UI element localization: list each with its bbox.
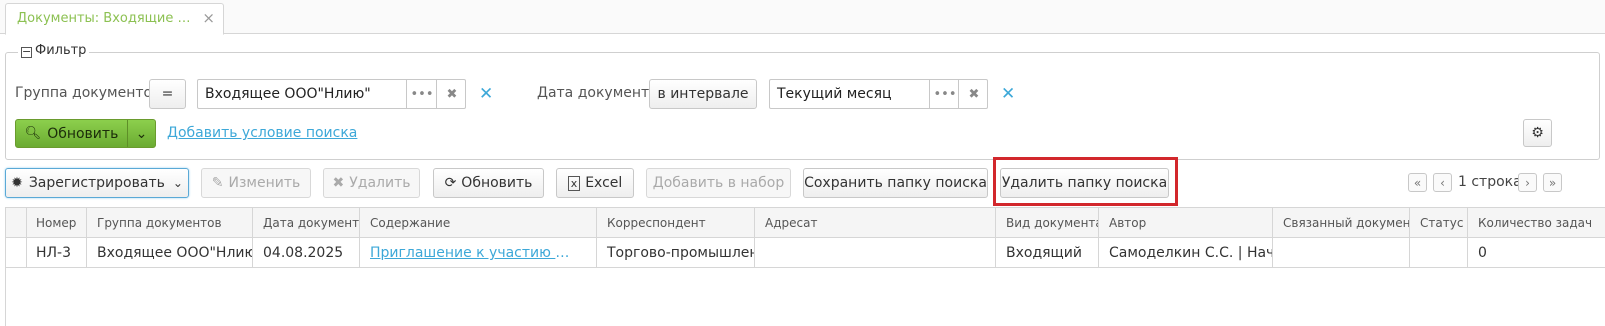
documents-table: Номер Группа документов Дата документа▲ … [5,207,1605,326]
save-search-folder-button[interactable]: Сохранить папку поиска [803,168,988,198]
column-header[interactable]: Связанный документ [1273,208,1410,238]
table-cell: Входящий [996,238,1099,268]
add-condition-link[interactable]: Добавить условие поиска [167,125,357,141]
tab-bar: Документы: Входящие в тек... × [0,0,1605,35]
register-label: Зарегистрировать [28,175,165,191]
search-icon: 🔍︎ [24,126,42,141]
date-field[interactable]: Текущий месяц ••• ✖ [769,79,988,109]
register-icon: ✹ [11,175,23,191]
group-field[interactable]: Входящее ООО"Нлию" ••• ✖ [197,79,466,109]
chevron-down-icon: ⌄ [172,176,183,190]
table-cell: 04.08.2025 [253,238,360,268]
first-page-icon[interactable]: « [1408,173,1427,192]
filter-title: Фильтр [35,43,87,58]
column-header[interactable]: Адресат [755,208,996,238]
pencil-icon: ✎ [211,175,224,191]
table-cell: Приглашение к участию в региональном фор… [360,238,597,268]
column-header[interactable]: Номер [26,208,87,238]
excel-button[interactable]: x Excel [556,168,634,198]
column-header[interactable]: Группа документов [87,208,253,238]
refresh-label: Обновить [461,175,533,191]
column-header-sorted[interactable]: Дата документа▲ [253,208,360,238]
content-link[interactable]: Приглашение к участию в региональном фор… [370,245,572,261]
next-page-icon[interactable]: › [1518,173,1537,192]
more-icon[interactable]: ••• [929,80,960,108]
excel-icon: x [567,175,581,191]
clear-icon[interactable]: ✖ [958,80,989,108]
collapse-icon[interactable]: − [21,46,32,58]
tab-documents-incoming[interactable]: Документы: Входящие в тек... × [5,3,224,35]
clear-icon[interactable]: ✖ [436,80,467,108]
delete-label: Удалить [349,175,411,191]
filter-refresh-label: Обновить [47,125,119,142]
excel-label: Excel [585,175,623,191]
date-value: Текущий месяц [777,86,892,102]
delete-icon: ✖ [332,175,345,191]
column-header[interactable]: Вид документа [996,208,1099,238]
filter-refresh-button[interactable]: 🔍︎ Обновить ⌄ [15,119,156,148]
table-cell [1273,238,1410,268]
group-operator-button[interactable]: = [149,79,186,109]
add-to-set-button[interactable]: Добавить в набор [646,168,791,198]
refresh-icon: ⟳ [444,175,457,191]
column-header[interactable]: Количество задач [1468,208,1605,238]
column-header[interactable]: Корреспондент [597,208,755,238]
remove-condition-icon[interactable]: ✕ [1001,84,1015,104]
table-row[interactable]: НЛ-3 Входящее ООО"Нлию" 04.08.2025 Пригл… [6,238,1605,268]
last-page-icon[interactable]: » [1543,173,1562,192]
row-selector[interactable] [6,238,27,268]
column-header[interactable]: Содержание [360,208,597,238]
table-cell [755,238,996,268]
table-cell: Торгово-промышленная палата [597,238,755,268]
filter-refresh-main[interactable]: 🔍︎ Обновить [16,120,127,147]
column-header[interactable]: Статус [1410,208,1468,238]
highlight-box [993,157,1178,206]
date-operator-button[interactable]: в интервале [649,79,757,109]
tab-label: Документы: Входящие в тек... [17,11,195,26]
group-label: Группа документов [15,85,161,101]
column-header-label: Дата документа [263,216,360,230]
table-cell: НЛ-3 [26,238,87,268]
register-button[interactable]: ✹ Зарегистрировать ⌄ [5,168,189,198]
settings-button[interactable]: ⚙ [1523,119,1552,147]
more-icon[interactable]: ••• [406,80,437,108]
header-selector [6,208,27,238]
table-header: Номер Группа документов Дата документа▲ … [6,208,1605,238]
delete-button[interactable]: ✖ Удалить [323,168,420,198]
refresh-button[interactable]: ⟳ Обновить [433,168,544,198]
table-cell [1410,238,1468,268]
date-label: Дата документа [537,85,658,101]
edit-button[interactable]: ✎ Изменить [201,168,311,198]
table-cell: Самоделкин С.С. | Начальник отдела [1099,238,1273,268]
chevron-down-icon[interactable]: ⌄ [127,120,155,147]
table-cell: Входящее ООО"Нлию" [87,238,253,268]
edit-label: Изменить [228,175,301,191]
close-icon[interactable]: × [202,9,215,27]
column-header[interactable]: Автор [1099,208,1273,238]
gear-icon: ⚙ [1531,125,1544,141]
pager-info: 1 строка [1458,174,1522,190]
remove-condition-icon[interactable]: ✕ [479,84,493,104]
table-cell: 0 [1478,245,1487,261]
prev-page-icon[interactable]: ‹ [1433,173,1452,192]
filter-toggle[interactable]: − Фильтр [18,43,90,58]
group-value: Входящее ООО"Нлию" [205,86,371,102]
